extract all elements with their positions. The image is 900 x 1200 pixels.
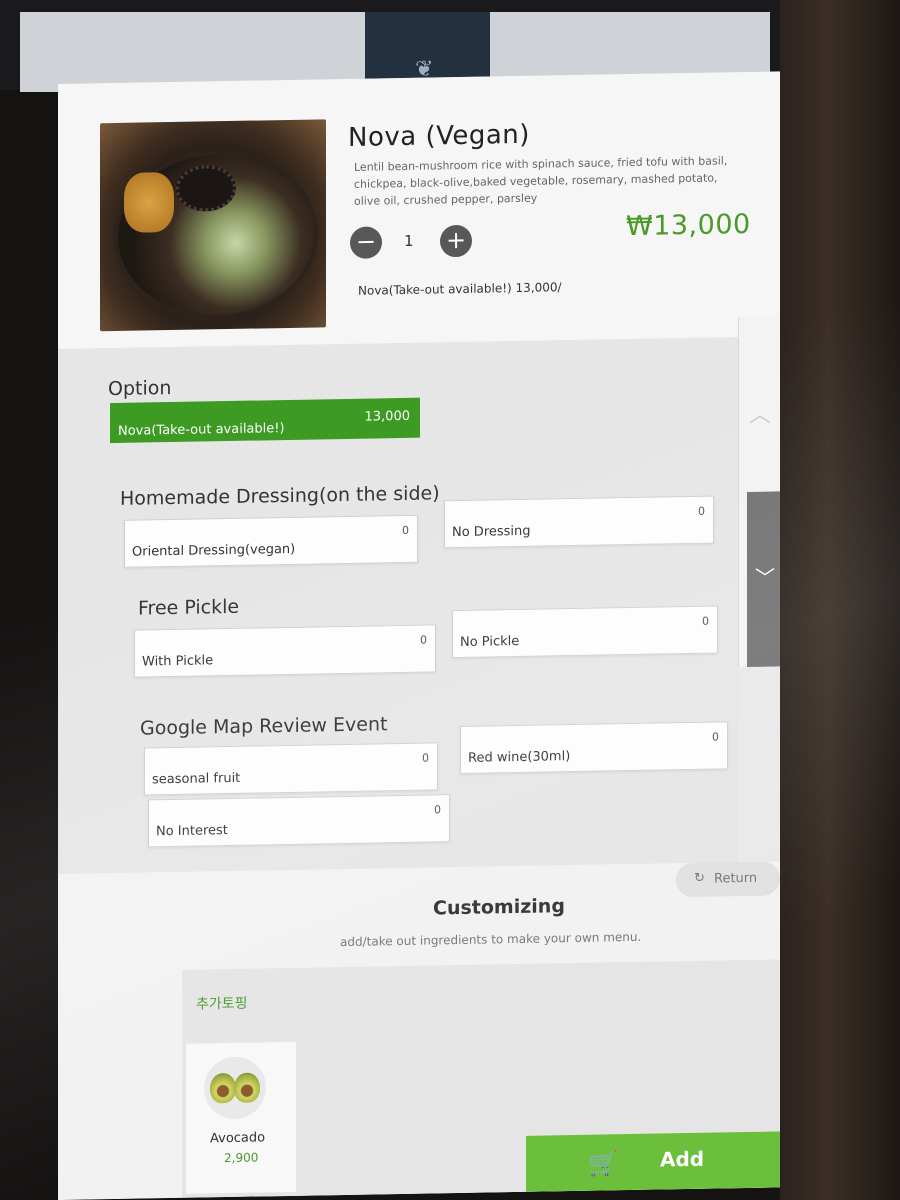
avocado-half: [210, 1072, 236, 1104]
option-no-interest[interactable]: No Interest 0: [148, 794, 450, 848]
chickpea-shape: [124, 171, 174, 233]
scroll-down-button[interactable]: ﹀: [747, 491, 780, 667]
product-title: Nova (Vegan): [348, 119, 530, 153]
quantity-minus-button[interactable]: −: [350, 226, 382, 259]
option-nova-selected[interactable]: Nova(Take-out available!) 13,000: [110, 397, 420, 444]
topping-section-label: 추가토핑: [196, 995, 248, 1013]
add-to-cart-button[interactable]: 🛒 Add: [526, 1131, 780, 1192]
option-label: With Pickle: [142, 653, 214, 670]
avocado-half: [234, 1072, 260, 1103]
pickle-heading: Free Pickle: [138, 595, 240, 620]
dressing-heading: Homemade Dressing(on the side): [120, 482, 440, 510]
option-selected-label: Nova(Take-out available!): [118, 421, 285, 439]
scroll-column: ︿ ﹀: [738, 316, 780, 668]
option-amount: 0: [698, 504, 705, 518]
option-label: No Dressing: [452, 523, 531, 541]
customizing-title: Customizing: [433, 895, 565, 920]
add-label: Add: [660, 1146, 705, 1172]
quantity-value: 1: [404, 231, 414, 250]
kiosk-bezel-right: [780, 0, 900, 1200]
refresh-icon: ↻: [694, 870, 705, 886]
topping-card-avocado[interactable]: Avocado 2,900: [186, 1041, 296, 1194]
product-image: [100, 119, 326, 332]
option-amount: 0: [422, 751, 429, 765]
topping-name: Avocado: [210, 1130, 266, 1147]
topping-price: 2,900: [224, 1150, 259, 1166]
chevron-down-icon: ﹀: [755, 565, 775, 590]
option-amount: 0: [712, 730, 719, 744]
product-description: Lentil bean-mushroom rice with spinach s…: [354, 154, 728, 208]
option-heading: Option: [108, 377, 172, 401]
cart-plus-icon: 🛒: [588, 1149, 618, 1178]
option-no-pickle[interactable]: No Pickle 0: [452, 605, 718, 659]
option-label: No Pickle: [460, 633, 520, 650]
option-no-dressing[interactable]: No Dressing 0: [444, 495, 714, 549]
option-seasonal-fruit[interactable]: seasonal fruit 0: [144, 742, 438, 796]
order-summary: Nova(Take-out available!) 13,000/: [358, 280, 562, 298]
option-amount: 0: [434, 803, 441, 817]
product-price: ₩13,000: [626, 208, 751, 243]
option-red-wine[interactable]: Red wine(30ml) 0: [460, 721, 728, 774]
return-label: Return: [714, 870, 758, 887]
product-detail-modal: Nova (Vegan) Lentil bean-mushroom rice w…: [58, 71, 780, 1200]
option-label: No Interest: [156, 823, 228, 840]
chevron-up-icon[interactable]: ︿: [739, 396, 780, 428]
option-label: seasonal fruit: [152, 770, 241, 788]
option-with-pickle[interactable]: With Pickle 0: [134, 624, 436, 678]
customizing-subtitle: add/take out ingredients to make your ow…: [340, 929, 642, 950]
option-amount: 0: [402, 523, 409, 537]
avocado-icon: [204, 1056, 266, 1120]
review-event-heading: Google Map Review Event: [140, 713, 388, 740]
option-selected-amount: 13,000: [364, 408, 411, 425]
option-amount: 0: [420, 633, 427, 647]
option-label: Red wine(30ml): [468, 749, 571, 766]
customizing-section: ↻ Return Customizing add/take out ingred…: [58, 861, 780, 1200]
option-oriental-dressing[interactable]: Oriental Dressing(vegan) 0: [124, 514, 418, 568]
product-header: Nova (Vegan) Lentil bean-mushroom rice w…: [58, 71, 780, 349]
return-button[interactable]: ↻ Return: [676, 861, 780, 898]
quantity-plus-button[interactable]: +: [440, 224, 472, 258]
option-amount: 0: [702, 614, 709, 628]
option-label: Oriental Dressing(vegan): [132, 541, 296, 560]
